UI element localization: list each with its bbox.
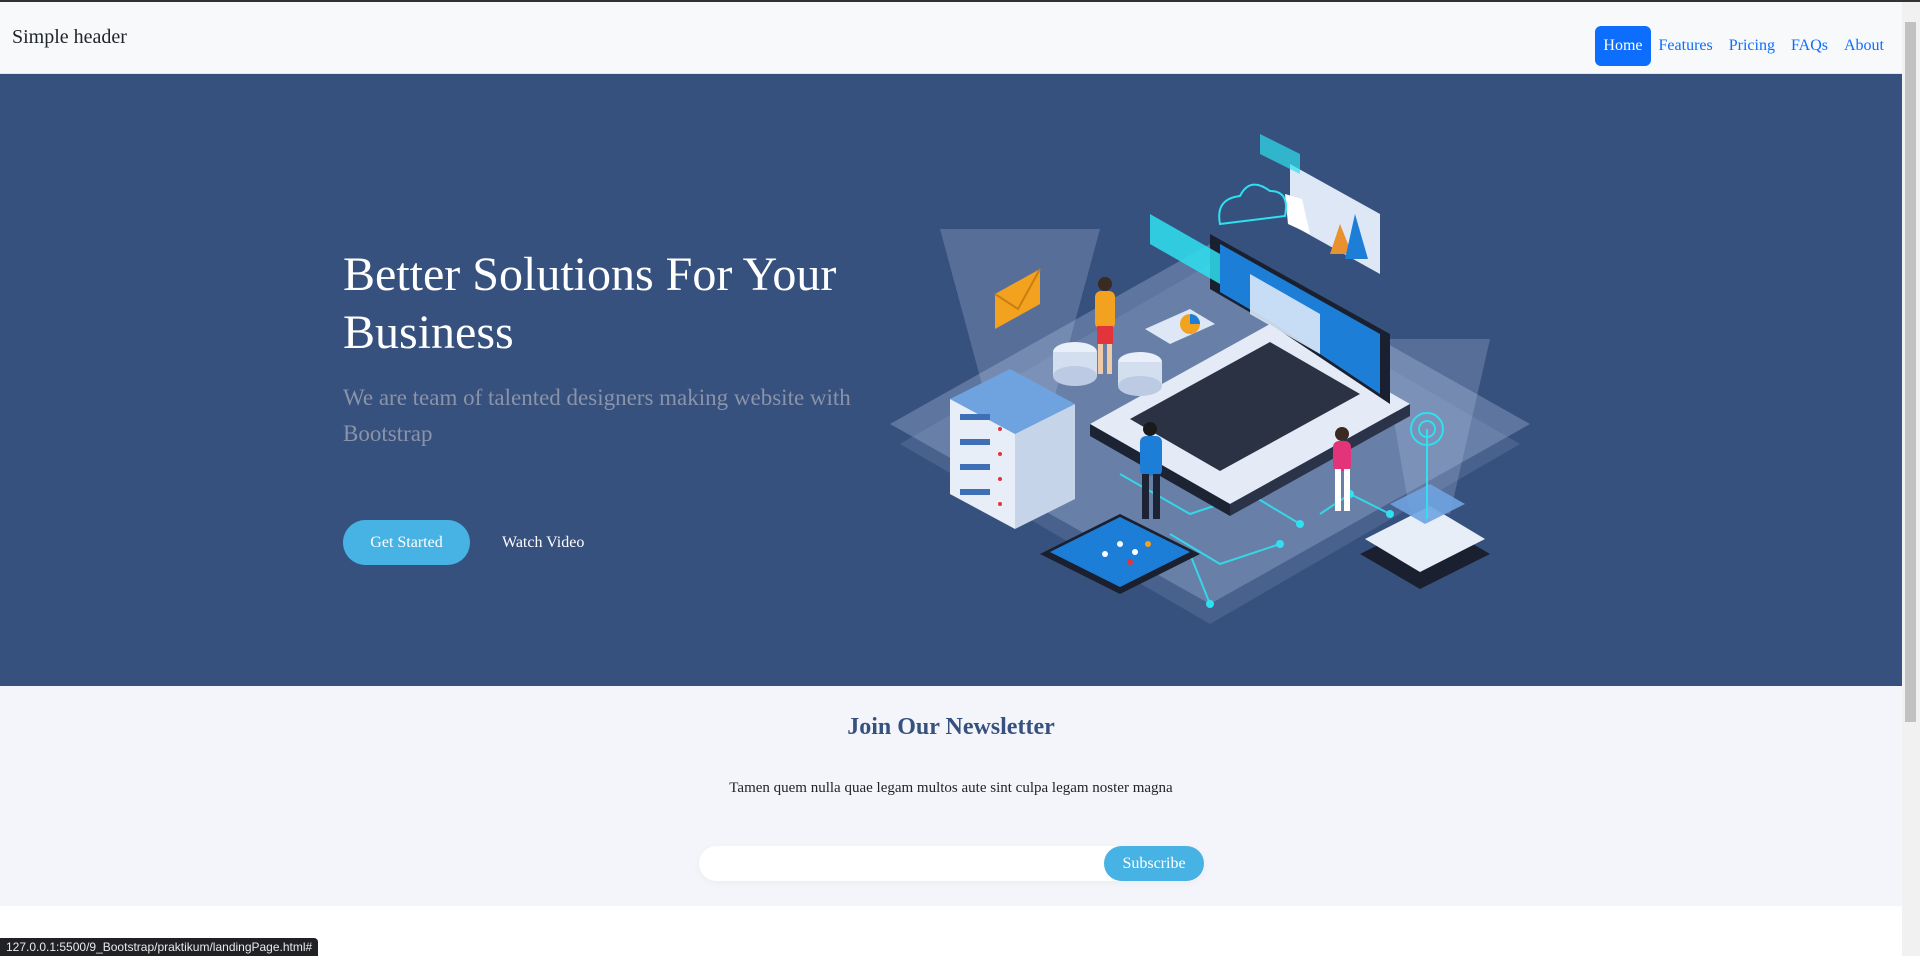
scrollbar-thumb[interactable] [1905,22,1916,722]
hero-subtitle: We are team of talented designers making… [343,385,851,446]
subscribe-button[interactable]: Subscribe [1104,846,1204,881]
newsletter-email-input[interactable] [709,846,1103,883]
hero-illustration [890,134,1530,624]
page-scrollbar[interactable] [1902,2,1920,956]
nav-pricing[interactable]: Pricing [1721,26,1783,66]
nav-faqs[interactable]: FAQs [1783,26,1836,66]
nav-home[interactable]: Home [1595,26,1651,66]
site-header: Simple header Home Features Pricing FAQs… [0,2,1902,74]
nav-about[interactable]: About [1836,26,1892,66]
brand-title[interactable]: Simple header [12,26,127,49]
newsletter-form: Subscribe [699,846,1204,883]
hero-title: Better Solutions For Your Business [343,248,837,359]
watch-video-link[interactable]: Watch Video [490,520,596,565]
hero-section: Better Solutions For Your Business We ar… [0,74,1902,686]
newsletter-section: Join Our Newsletter Tamen quem nulla qua… [0,686,1902,906]
main-nav: Home Features Pricing FAQs About [1595,26,1892,66]
newsletter-title: Join Our Newsletter [847,714,1055,740]
status-bar-url: 127.0.0.1:5500/9_Bootstrap/praktikum/lan… [0,938,319,956]
get-started-button[interactable]: Get Started [343,520,470,565]
nav-features[interactable]: Features [1651,26,1721,66]
newsletter-text: Tamen quem nulla quae legam multos aute … [729,780,1173,796]
